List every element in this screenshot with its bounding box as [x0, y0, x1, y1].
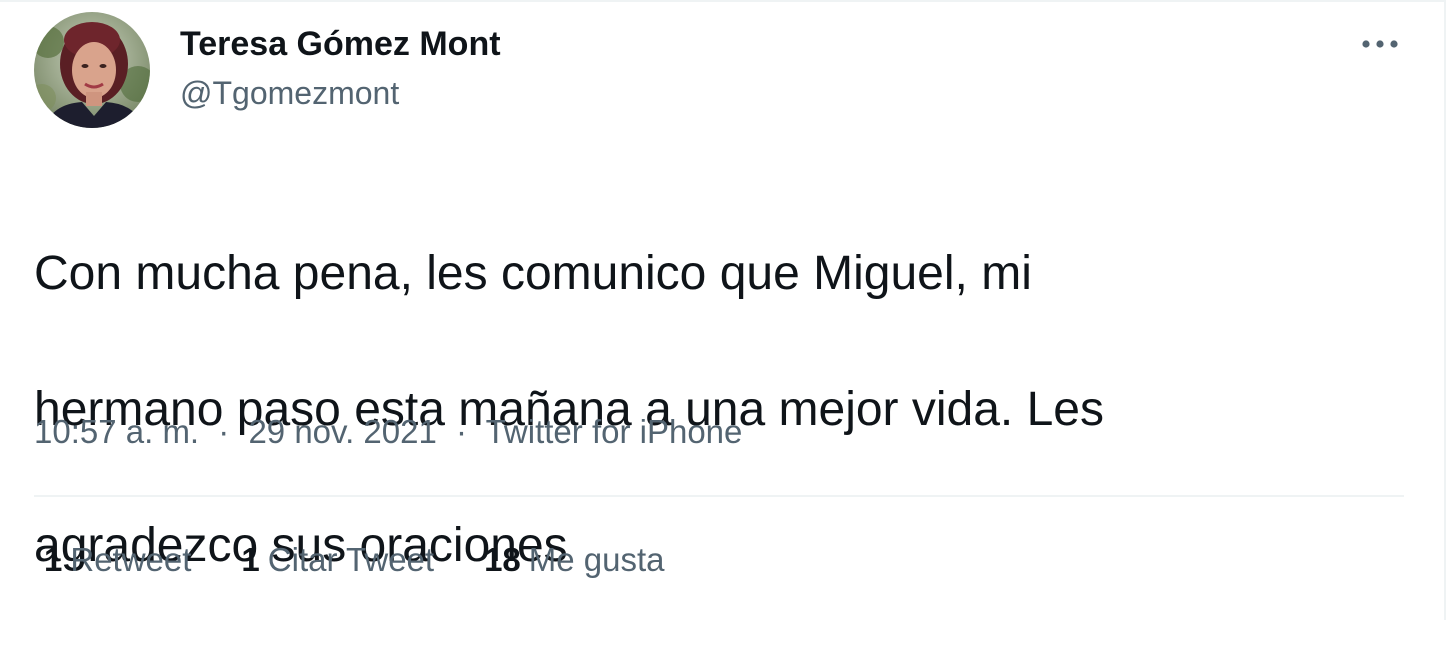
quote-tweets-count: 1 [241, 541, 260, 578]
tweet-metadata: 10:57 a. m. · 29 nov. 2021 · Twitter for… [34, 410, 742, 454]
meta-separator: · [218, 413, 230, 450]
tweet-header: Teresa Gómez Mont @Tgomezmont [34, 12, 501, 128]
tweet-stats: 1 Retweet 1 Citar Tweet 18 Me gusta [44, 538, 715, 582]
author-handle[interactable]: @Tgomezmont [180, 74, 501, 112]
retweets-count: 1 [44, 541, 63, 578]
author-display-name[interactable]: Teresa Gómez Mont [180, 24, 501, 64]
retweets-label: Retweet [70, 541, 192, 578]
tweet-text-line: Con mucha pena, les comunico que Miguel,… [34, 247, 1032, 300]
likes-stat[interactable]: 18 Me gusta [484, 538, 664, 582]
profile-photo-icon [34, 12, 150, 128]
divider [34, 495, 1404, 497]
avatar[interactable] [34, 12, 150, 128]
tweet-source[interactable]: Twitter for iPhone [486, 413, 743, 450]
more-horizontal-icon [1362, 40, 1398, 48]
tweet-date[interactable]: 29 nov. 2021 [248, 413, 436, 450]
quote-tweets-label: Citar Tweet [267, 541, 435, 578]
likes-count: 18 [484, 541, 521, 578]
tweet-time[interactable]: 10:57 a. m. [34, 413, 199, 450]
quote-tweets-stat[interactable]: 1 Citar Tweet [241, 538, 434, 582]
author-info: Teresa Gómez Mont @Tgomezmont [180, 24, 501, 112]
likes-label: Me gusta [528, 541, 665, 578]
meta-separator: · [456, 413, 468, 450]
retweets-stat[interactable]: 1 Retweet [44, 538, 191, 582]
more-options-button[interactable] [1355, 24, 1405, 64]
tweet-card: Teresa Gómez Mont @Tgomezmont Con mucha … [0, 0, 1446, 620]
